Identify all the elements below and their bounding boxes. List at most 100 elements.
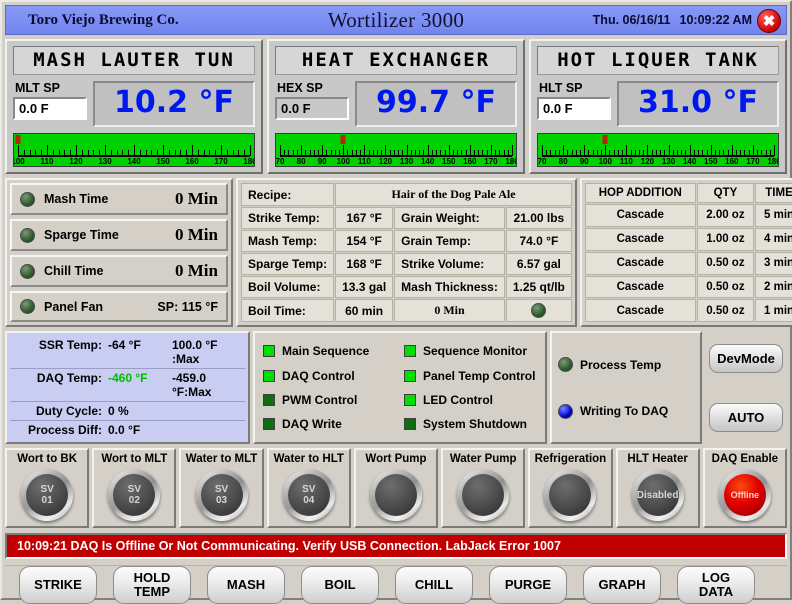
diagnostic-value: -64 °F: [108, 338, 141, 353]
device-knob-face: [549, 474, 592, 517]
gauge-tick-label: 90: [579, 157, 589, 166]
date-label: Thu. 06/16/11: [592, 13, 671, 27]
process-button-bar: STRIKE HOLD TEMP MASH BOIL CHILL PURGE GRAPH LO…: [5, 565, 787, 604]
vessel-panel-2: HEAT EXCHANGER HEX SP 0.0 F 99.7 °F 70 80 90 10…: [267, 39, 525, 174]
gauge-tick-label: 90: [317, 157, 327, 166]
gauge-tick-label: 170: [484, 157, 498, 166]
gauge-labels: 70 80 90 100 110 120 130 140 150 160 170 180: [276, 157, 516, 166]
recipe-field-value: 6.57 gal: [505, 253, 572, 275]
temperature-gauge: 70 80 90 100 110 120 130 140 150 160 170 180: [275, 133, 517, 167]
device-toggle-knob[interactable]: SV 04: [283, 469, 335, 521]
device-toggle-knob[interactable]: Disabled: [632, 469, 684, 521]
gauge-tick-label: 140: [127, 157, 141, 166]
status-flag: Writing To DAQ: [558, 403, 694, 419]
application-window: Toro Viejo Brewing Co. Wortilizer 3000 T…: [0, 0, 792, 604]
gauge-tick-label: 170: [214, 157, 228, 166]
gauge-tick-label: 70: [537, 157, 547, 166]
vessel-panel-1: MASH LAUTER TUNMLT SP0.0 F10.2 °F1001101…: [5, 39, 263, 174]
device-toggle-knob[interactable]: SV 01: [21, 469, 73, 521]
table-row: Strike Temp: 167 °F Grain Weight: 21.00 lbs: [241, 207, 572, 229]
recipe-field-value: 168 °F: [335, 253, 394, 275]
mode-button-devmode[interactable]: DevMode: [709, 343, 783, 373]
device-knob-face: SV 02: [113, 474, 156, 517]
status-led: [20, 227, 35, 243]
device-knob-face: SV 04: [287, 474, 330, 517]
process-button-graph[interactable]: GRAPH: [583, 566, 661, 604]
process-button-strike[interactable]: STRIKE: [19, 566, 97, 604]
process-button-chill[interactable]: CHILL: [395, 566, 473, 604]
device-panel: HLT Heater Disabled: [615, 448, 700, 529]
gauge-tick-label: 100: [14, 157, 25, 166]
recipe-field-label: Boil Volume:: [241, 276, 335, 298]
setpoint-input[interactable]: 0.0 F: [13, 97, 87, 120]
boil-time-label: Boil Time:: [241, 299, 335, 323]
hop-time-cell: 1 min: [755, 299, 792, 323]
device-label: Water to HLT: [273, 453, 344, 466]
hop-time-cell: 2 min: [755, 275, 792, 299]
led-item: Panel Temp Control: [404, 364, 537, 388]
temperature-gauge: 100 110 120 130 140 150 160 170 180: [13, 133, 255, 167]
mode-button-auto[interactable]: AUTO: [709, 402, 783, 432]
hop-qty-cell: 1.00 oz: [696, 227, 755, 251]
device-toggle-knob[interactable]: SV 03: [196, 469, 248, 521]
device-knob-line2: 04: [303, 495, 315, 507]
alarm-banner: 10:09:21 DAQ Is Offline Or Not Communica…: [5, 533, 787, 560]
boil-status-led: [505, 299, 572, 323]
process-button-hold-temp[interactable]: HOLD TEMP: [113, 566, 191, 604]
device-control-row: Wort to BK SV 01 Wort to MLT SV 02 Water to ML…: [5, 448, 787, 529]
gauge-tick-label: 120: [640, 157, 655, 166]
device-toggle-knob[interactable]: [457, 469, 509, 521]
device-label: Wort Pump: [365, 453, 427, 466]
diagnostic-max-value: -459.0 °F:Max: [172, 371, 212, 400]
process-button-log-data[interactable]: LOG DATA: [677, 566, 755, 604]
close-icon[interactable]: ✖: [757, 9, 781, 33]
timer-label: Mash Time: [44, 192, 109, 206]
diagnostic-label: SSR Temp:: [38, 338, 102, 353]
setpoint-block: MLT SP 0.0 F: [13, 81, 87, 120]
company-name: Toro Viejo Brewing Co.: [28, 11, 179, 28]
device-knob-line1: Disabled: [636, 489, 679, 501]
status-flag-panel: Process Temp Writing To DAQ: [550, 331, 702, 445]
process-button-boil[interactable]: BOIL: [301, 566, 379, 604]
led-square-icon: [263, 393, 275, 406]
device-toggle-knob[interactable]: [544, 469, 596, 521]
vessel-body: HEX SP 0.0 F 99.7 °F: [275, 81, 517, 127]
device-knob-face: Disabled: [636, 474, 679, 517]
diagnostic-label: Process Diff:: [27, 423, 102, 438]
table-row: Boil Time: 60 min 0 Min: [241, 299, 572, 323]
temperature-gauge: 70 80 90 100 110 120 130 140 150 160 170 180: [537, 133, 779, 167]
vessel-title: MASH LAUTER TUN: [13, 46, 255, 75]
gauge-tick-label: 80: [558, 157, 568, 166]
led-square-icon: [404, 418, 416, 431]
device-knob-line1: SV: [40, 483, 54, 495]
timer-value: SP: 115 °F: [157, 299, 218, 314]
status-band: SSR Temp: -64 °F 100.0 °F :Max DAQ Temp: -46…: [5, 331, 787, 445]
hop-time-cell: 3 min: [755, 251, 792, 275]
hop-column-header: TIME: [755, 183, 792, 203]
setpoint-label: MLT SP: [15, 81, 60, 95]
gauge-tick-label: 150: [156, 157, 170, 166]
led-label: DAQ Write: [282, 417, 342, 432]
recipe-field-label: Mash Thickness:: [394, 276, 505, 298]
device-toggle-knob[interactable]: SV 02: [108, 469, 160, 521]
gauge-tick-label: 110: [619, 157, 633, 166]
device-panel: Water to HLT SV 04: [266, 448, 351, 529]
process-button-mash[interactable]: MASH: [207, 566, 285, 604]
timer-row: Chill Time 0 Min: [10, 255, 228, 287]
table-row: Boil Volume: 13.3 gal Mash Thickness: 1.25 …: [241, 276, 572, 298]
setpoint-input[interactable]: 0.0 F: [275, 97, 349, 120]
hop-name-cell: Cascade: [584, 299, 696, 323]
hop-time-cell: 4 min: [755, 227, 792, 251]
gauge-tick-label: 110: [357, 157, 371, 166]
led-square-icon: [404, 345, 416, 358]
status-led: [558, 357, 573, 373]
device-toggle-knob[interactable]: [370, 469, 422, 521]
setpoint-input[interactable]: 0.0 F: [537, 97, 611, 120]
status-flag-label: Writing To DAQ: [580, 404, 669, 419]
hop-qty-cell: 0.50 oz: [696, 251, 755, 275]
process-button-purge[interactable]: PURGE: [489, 566, 567, 604]
table-row: Cascade 1.00 oz 4 min: [584, 227, 792, 251]
device-toggle-knob[interactable]: Offline: [719, 469, 771, 521]
gauge-tick-label: 120: [69, 157, 83, 166]
device-label: Water Pump: [449, 453, 517, 466]
